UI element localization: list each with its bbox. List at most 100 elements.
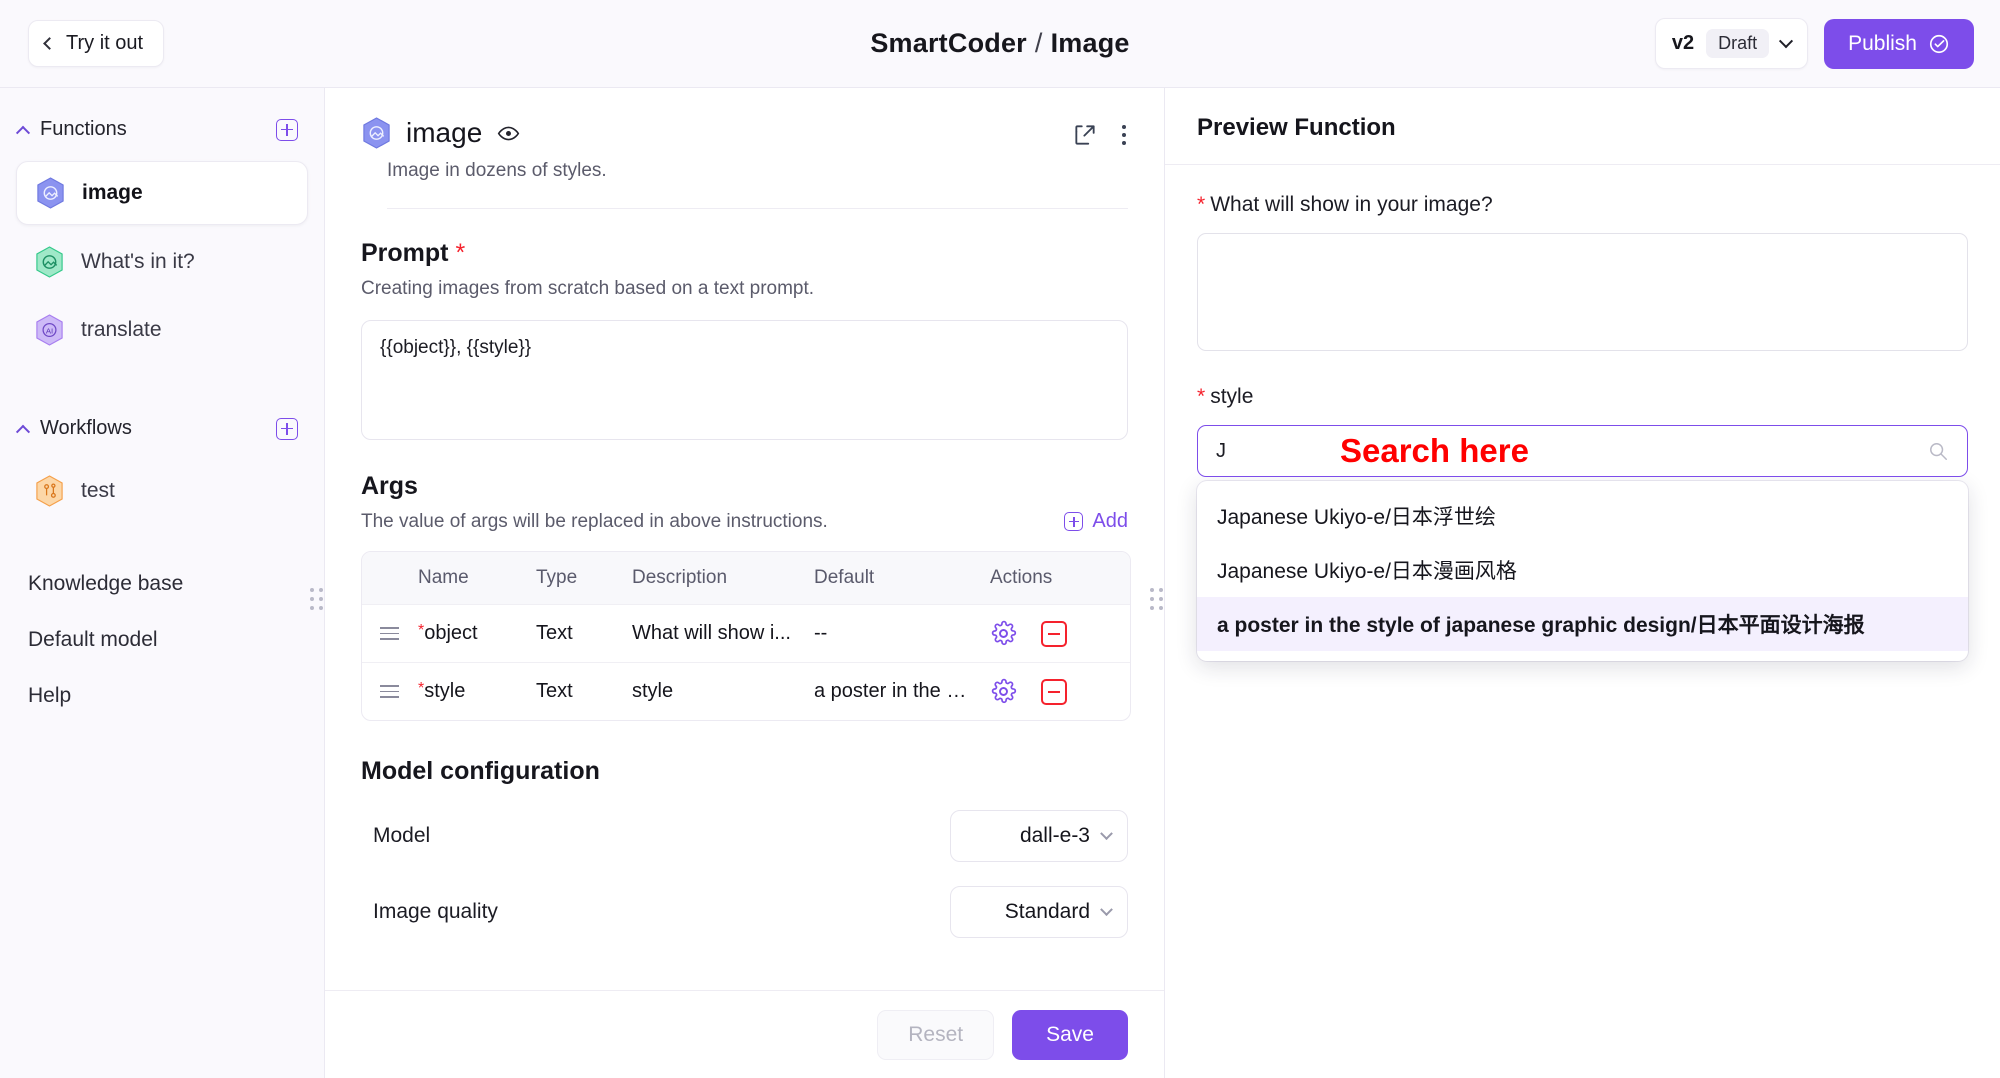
- prompt-section: Prompt * Creating images from scratch ba…: [361, 239, 1128, 440]
- drag-handle-icon[interactable]: [372, 684, 399, 699]
- add-workflow-button[interactable]: [276, 417, 298, 440]
- publish-button[interactable]: Publish: [1824, 18, 1974, 69]
- function-header-actions: [1072, 116, 1128, 148]
- image-quality-value: Standard: [1004, 900, 1090, 923]
- args-subtitle: The value of args will be replaced in ab…: [361, 511, 828, 532]
- hexagon-image-icon: [363, 117, 390, 149]
- style-required-mark: *: [1197, 385, 1206, 408]
- save-button[interactable]: Save: [1012, 1009, 1128, 1060]
- sidebar-item-whats-in-it[interactable]: What's in it?: [16, 231, 308, 293]
- check-circle-icon: [1929, 34, 1949, 53]
- row-drag-cell[interactable]: [362, 604, 408, 662]
- panel-resize-handle[interactable]: [1150, 588, 1164, 610]
- edit-square-icon[interactable]: [1072, 122, 1098, 148]
- prompt-title: Prompt *: [361, 239, 1128, 268]
- app-name: SmartCoder: [870, 28, 1027, 58]
- object-textarea[interactable]: [1197, 233, 1968, 351]
- style-options-dropdown: Japanese Ukiyo-e/日本浮世绘 Japanese Ukiyo-e/…: [1197, 481, 1968, 661]
- arg-name: object: [424, 622, 478, 644]
- table-row: *style Text style a poster in the s...: [362, 662, 1130, 720]
- args-col-type: Type: [526, 552, 622, 604]
- model-row: Model dall-e-3: [361, 810, 1128, 862]
- sidebar-link-label: Help: [28, 684, 72, 707]
- page-name: Image: [1050, 28, 1130, 58]
- chevron-down-icon: [1100, 902, 1113, 916]
- sidebar-item-label: What's in it?: [81, 250, 195, 273]
- style-label-text: style: [1210, 385, 1254, 408]
- version-status-badge: Draft: [1706, 29, 1770, 58]
- search-icon[interactable]: [1927, 440, 1949, 462]
- prompt-required-mark: *: [455, 239, 466, 267]
- gear-icon[interactable]: [990, 620, 1017, 647]
- image-quality-label: Image quality: [373, 900, 498, 923]
- sidebar-item-image[interactable]: image: [16, 161, 308, 225]
- chevron-down-icon: [1100, 826, 1113, 840]
- sidebar: Functions image What's in it? AI transla…: [0, 88, 325, 1078]
- args-col-default: Default: [804, 552, 980, 604]
- sidebar-item-translate[interactable]: AI translate: [16, 299, 308, 361]
- header-divider: [387, 208, 1128, 209]
- function-header: image: [361, 116, 1128, 150]
- add-arg-label: Add: [1092, 510, 1128, 532]
- version-selector[interactable]: v2 Draft: [1654, 18, 1809, 69]
- row-default-cell: --: [804, 604, 980, 662]
- model-select[interactable]: dall-e-3: [950, 810, 1128, 862]
- drag-handle-icon[interactable]: [372, 626, 399, 641]
- chevron-down-icon: [1779, 33, 1794, 48]
- hexagon-ai-icon: AI: [36, 314, 63, 346]
- model-label: Model: [373, 824, 431, 847]
- args-header: Args The value of args will be replaced …: [361, 472, 1128, 533]
- top-bar-actions: v2 Draft Publish: [1654, 18, 1974, 69]
- hexagon-workflow-icon: [36, 475, 63, 507]
- sidebar-item-help[interactable]: Help: [0, 668, 324, 724]
- row-drag-cell[interactable]: [362, 662, 408, 720]
- try-it-out-button[interactable]: Try it out: [28, 20, 165, 67]
- add-arg-button[interactable]: Add: [1064, 510, 1128, 533]
- sidebar-item-knowledge-base[interactable]: Knowledge base: [0, 556, 324, 612]
- hexagon-image-icon: [37, 177, 64, 209]
- args-col-description: Description: [622, 552, 804, 604]
- preview-body: * What will show in your image? * style J …: [1165, 165, 2000, 689]
- reset-button[interactable]: Reset: [877, 1009, 995, 1060]
- minus-square-icon[interactable]: [1041, 678, 1067, 705]
- image-quality-select[interactable]: Standard: [950, 886, 1128, 938]
- plus-square-icon: [1064, 512, 1084, 531]
- search-input[interactable]: J Search here: [1197, 425, 1968, 477]
- args-title: Args: [361, 472, 418, 500]
- preview-title: Preview Function: [1197, 114, 1396, 141]
- sidebar-resize-handle[interactable]: [310, 588, 324, 610]
- args-col-actions: Actions: [980, 552, 1130, 604]
- row-type-cell: Text: [526, 662, 622, 720]
- sidebar-link-label: Knowledge base: [28, 572, 184, 595]
- try-it-out-label: Try it out: [66, 32, 144, 54]
- prompt-textarea[interactable]: {{object}}, {{style}}: [361, 320, 1128, 440]
- style-search-wrapper: J Search here Japanese Ukiyo-e/日本浮世绘 Jap…: [1197, 425, 1968, 661]
- list-item[interactable]: Japanese Ukiyo-e/日本浮世绘: [1197, 489, 1968, 543]
- sidebar-section-workflows[interactable]: Workflows: [0, 403, 324, 454]
- search-value: J: [1216, 439, 1226, 462]
- object-field-label: * What will show in your image?: [1197, 193, 1968, 217]
- sidebar-item-default-model[interactable]: Default model: [0, 612, 324, 668]
- prompt-subtitle: Creating images from scratch based on a …: [361, 278, 815, 299]
- sidebar-section-functions[interactable]: Functions: [0, 104, 324, 155]
- editor-footer: Reset Save: [325, 990, 1164, 1078]
- more-vertical-icon[interactable]: [1120, 122, 1128, 148]
- list-item[interactable]: Japanese Ukiyo-e/日本漫画风格: [1197, 543, 1968, 597]
- eye-icon[interactable]: [496, 121, 521, 146]
- style-field-label: * style: [1197, 385, 1968, 409]
- args-col-name: Name: [408, 552, 526, 604]
- version-number: v2: [1671, 32, 1695, 54]
- prompt-value: {{object}}, {{style}}: [380, 337, 532, 358]
- gear-icon[interactable]: [990, 678, 1017, 705]
- function-header-left: image: [361, 116, 521, 150]
- list-item[interactable]: a poster in the style of japanese graphi…: [1197, 597, 1968, 651]
- preview-panel: Preview Function * What will show in your…: [1165, 88, 2000, 1078]
- model-value: dall-e-3: [1019, 824, 1090, 847]
- hexagon-image-icon: [36, 246, 63, 278]
- sidebar-item-test[interactable]: test: [16, 460, 308, 522]
- function-description: Image in dozens of styles.: [387, 160, 607, 181]
- add-function-button[interactable]: [276, 118, 298, 141]
- object-required-mark: *: [1197, 193, 1206, 216]
- minus-square-icon[interactable]: [1041, 620, 1067, 647]
- sidebar-item-label: translate: [81, 318, 162, 341]
